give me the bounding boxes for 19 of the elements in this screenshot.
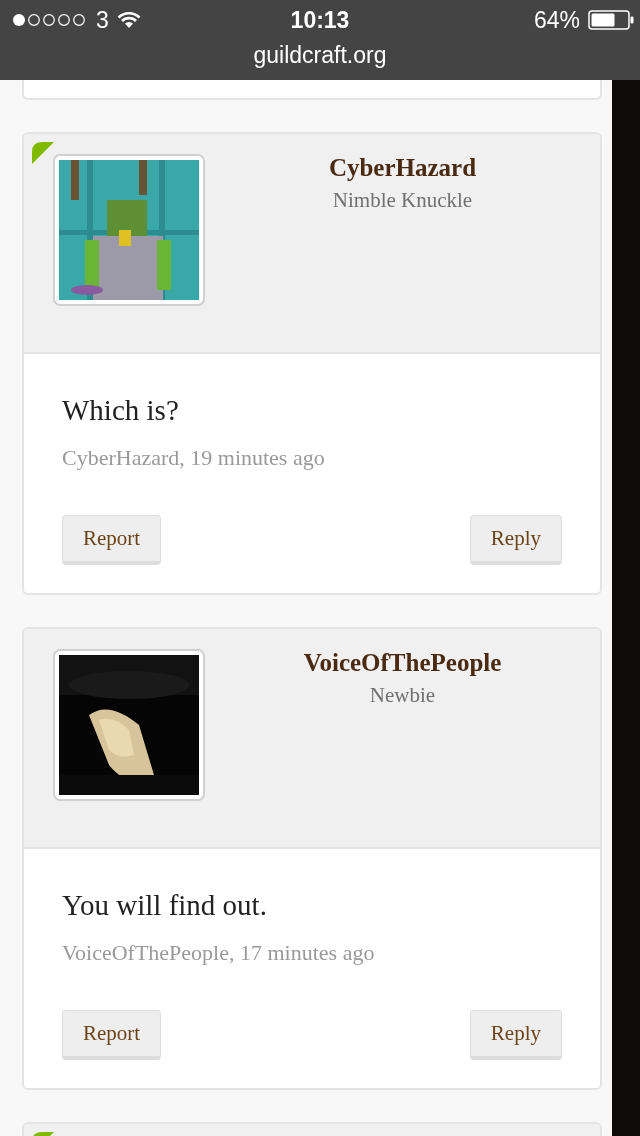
signal-icon [12,13,88,27]
wifi-icon [116,11,141,29]
battery-icon [588,10,634,30]
author-name[interactable]: CyberHazard [328,154,477,182]
carrier-label: 3 [96,6,109,34]
reply-button[interactable]: Reply [469,1010,562,1060]
author-name[interactable]: VoiceOfThePeople [303,649,502,677]
post-meta: VoiceOfThePeople, 17 minutes ago [62,940,376,966]
user-rank: Nimble Knuckle [332,188,473,213]
page-url[interactable]: guildcraft.org [253,42,387,69]
post-meta: CyberHazard, 19 minutes ago [62,445,326,471]
user-rank: Newbie [369,683,436,708]
post-message: You will find out. [62,889,268,922]
report-button[interactable]: Report [62,515,162,565]
report-button[interactable]: Report [62,1010,162,1060]
post-message: Which is? [62,394,180,427]
reply-button[interactable]: Reply [469,515,562,565]
battery-percent: 64% [533,6,580,34]
clock: 10:13 [290,6,350,34]
